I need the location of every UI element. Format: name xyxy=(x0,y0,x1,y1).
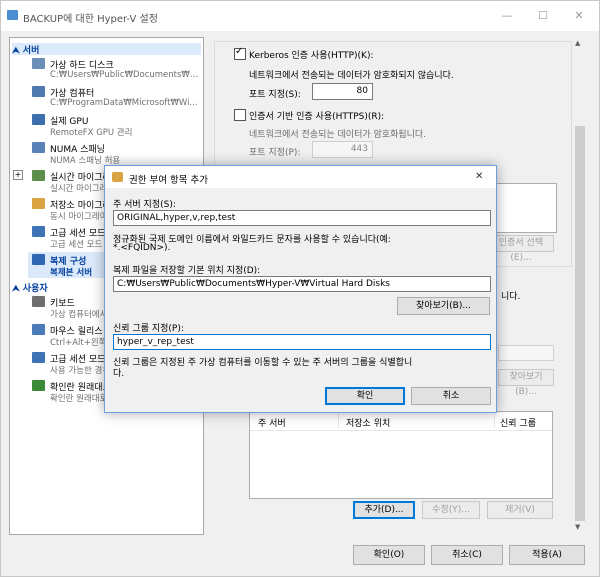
column-divider xyxy=(494,414,495,428)
minimize-button[interactable]: — xyxy=(493,7,521,25)
maximize-button[interactable]: ☐ xyxy=(529,7,557,25)
location-input[interactable]: C:₩Users₩Public₩Documents₩Hyper-V₩Virtua… xyxy=(113,276,491,292)
cancel-button[interactable]: 취소(C) xyxy=(431,545,503,565)
dialog-title: 권한 부여 항목 추가 xyxy=(129,175,208,186)
port-input-https[interactable]: 443 xyxy=(312,141,373,158)
collapse-icon: ⮝ xyxy=(12,284,20,294)
select-cert-button[interactable]: 인증서 선택(E)... xyxy=(488,235,554,263)
hyperv-app-icon xyxy=(7,10,18,20)
window-title: BACKUP에 대한 Hyper-V 설정 xyxy=(23,14,158,25)
primary-server-input[interactable]: ORIGINAL,hyper,v,rep,test xyxy=(113,210,491,226)
port-label-http: 포트 지정(S): xyxy=(249,90,301,100)
expand-icon[interactable]: + xyxy=(13,170,23,180)
scroll-thumb[interactable] xyxy=(575,126,585,521)
column-divider xyxy=(338,414,339,428)
trust-group-label: 신뢰 그룹 지정(P): xyxy=(113,324,184,334)
dialog-title-bar: 권한 부여 항목 추가 ✕ xyxy=(105,166,496,188)
kerberos-checkbox[interactable] xyxy=(234,46,246,60)
gpu-icon xyxy=(32,114,45,125)
default-location-field[interactable] xyxy=(498,345,554,361)
kerberos-desc: 네트워크에서 전송되는 데이터가 암호화되지 않습니다. xyxy=(249,71,454,81)
cert-label: 인증서 기반 인증 사용(HTTPS)(R): xyxy=(249,112,385,122)
ok-button[interactable]: 확인(O) xyxy=(353,545,425,565)
partial-desc: 니다. xyxy=(501,292,521,302)
tree-item-sub: C:₩ProgramData₩Microsoft₩Wi... xyxy=(50,98,198,108)
primary-server-label: 주 서버 지정(S): xyxy=(113,200,176,210)
mouse-icon xyxy=(32,324,45,335)
apply-button[interactable]: 적용(A) xyxy=(509,545,585,565)
key-icon xyxy=(112,172,123,182)
tree-item-sub: RemoteFX GPU 관리 xyxy=(50,128,133,138)
add-button[interactable]: 추가(D)... xyxy=(353,501,415,519)
table-header: 주 서버 저장소 위치 신뢰 그룹 xyxy=(250,412,552,431)
keyboard-icon xyxy=(32,296,45,307)
dialog-close-icon[interactable]: ✕ xyxy=(475,171,483,182)
port-label-https: 포트 지정(P): xyxy=(249,148,301,158)
add-authorization-dialog: 권한 부여 항목 추가 ✕ 주 서버 지정(S): ORIGINAL,hyper… xyxy=(104,165,497,413)
reset-checkbox-icon xyxy=(32,380,45,391)
dialog-cancel-button[interactable]: 취소 xyxy=(411,387,491,405)
remove-button[interactable]: 제거(V) xyxy=(487,501,553,519)
replication-icon xyxy=(32,254,45,265)
browse-location-button[interactable]: 찾아보기(B)... xyxy=(498,369,554,397)
trust-group-input[interactable]: hyper_v_rep_test xyxy=(113,334,491,350)
trust-group-hint-1: 신뢰 그룹은 지정된 주 가상 컴퓨터를 이동할 수 있는 주 서버의 그룹을 … xyxy=(113,358,413,368)
scroll-down-icon[interactable]: ▼ xyxy=(575,523,580,531)
authorization-table: 주 서버 저장소 위치 신뢰 그룹 xyxy=(249,411,553,499)
close-button[interactable]: ✕ xyxy=(565,7,593,25)
column-header-location[interactable]: 저장소 위치 xyxy=(346,416,390,429)
cert-checkbox[interactable] xyxy=(234,109,246,121)
session-icon xyxy=(32,352,45,363)
vm-folder-icon xyxy=(32,86,45,97)
primary-server-hint-2: *.<FQIDN>). xyxy=(113,243,171,253)
browse-button[interactable]: 찾아보기(B)... xyxy=(397,297,490,315)
migration-icon xyxy=(32,170,45,181)
collapse-icon: ⮝ xyxy=(12,46,20,56)
port-input-http[interactable]: 80 xyxy=(312,83,373,100)
session-icon xyxy=(32,226,45,237)
dialog-ok-button[interactable]: 확인 xyxy=(325,387,405,405)
kerberos-label: Kerberos 인증 사용(HTTP)(K): xyxy=(249,51,374,61)
tree-item-sub: C:₩Users₩Public₩Documents₩Hy... xyxy=(50,70,200,80)
column-header-trust[interactable]: 신뢰 그룹 xyxy=(500,416,536,429)
disk-icon xyxy=(32,58,45,69)
cert-desc: 네트워크에서 전송되는 데이터가 암호화됩니다. xyxy=(249,130,427,140)
numa-icon xyxy=(32,142,45,153)
storage-migration-icon xyxy=(32,198,45,209)
tree-category-server[interactable]: ⮝ 서버 xyxy=(12,43,201,56)
location-label: 복제 파일을 저장할 기본 위치 지정(D): xyxy=(113,266,261,276)
column-header-primary[interactable]: 주 서버 xyxy=(258,416,286,429)
scroll-up-icon[interactable]: ▲ xyxy=(575,39,580,47)
edit-button[interactable]: 수정(Y)... xyxy=(422,501,480,519)
title-bar: BACKUP에 대한 Hyper-V 설정 — ☐ ✕ xyxy=(1,1,599,31)
trust-group-hint-2: 다. xyxy=(113,369,125,379)
